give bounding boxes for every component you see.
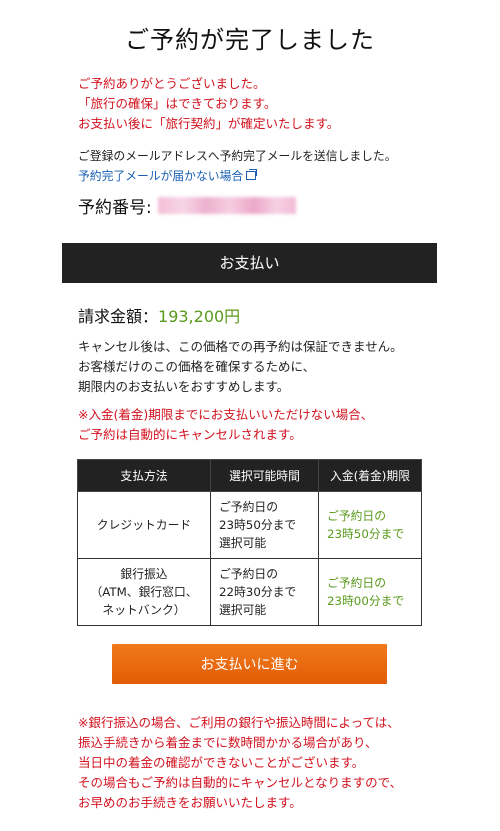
note-line: お早めのお手続きをお願いいたします。 xyxy=(78,795,302,810)
time-cell: ご予約日の 23時50分まで 選択可能 xyxy=(210,491,319,559)
method-cell: 銀行振込 （ATM、銀行窓口、 ネットバンク） xyxy=(77,558,211,626)
page-title: ご予約が完了しました xyxy=(125,26,375,54)
billing-amount-label: 請求金額： xyxy=(78,307,159,326)
column-header-selectable-time: 選択可能時間 xyxy=(210,459,319,492)
deadline-line: ご予約日の xyxy=(327,509,386,523)
deadline-line: 23時50分まで xyxy=(327,527,405,541)
method-line: クレジットカード xyxy=(96,518,192,532)
thanks-line: お支払い後に「旅行契約」が確定いたします。 xyxy=(78,116,340,131)
mail-not-received-label: 予約完了メールが届かない場合 xyxy=(78,169,244,183)
time-line: 22時30分まで xyxy=(219,585,297,599)
time-line: 選択可能 xyxy=(219,536,267,550)
time-line: ご予約日の xyxy=(219,567,278,581)
method-line: ネットバンク） xyxy=(102,603,186,617)
method-line: 銀行振込 xyxy=(120,567,168,581)
reservation-complete-page: ご予約が完了しました ご予約ありがとうございました。 「旅行の確保」はできており… xyxy=(0,0,500,831)
proceed-to-payment-button[interactable]: お支払いに進む xyxy=(112,644,387,684)
table-row: クレジットカード ご予約日の 23時50分まで 選択可能 ご予約日の 23時50… xyxy=(77,491,422,559)
deadline-cell: ご予約日の 23時50分まで xyxy=(318,491,422,559)
reservation-number-redacted xyxy=(157,197,296,214)
table-row: 銀行振込 （ATM、銀行窓口、 ネットバンク） ご予約日の 22時30分まで 選… xyxy=(77,558,422,626)
reservation-number: 予約番号: xyxy=(78,193,296,218)
mail-note: ご登録のメールアドレスへ予約完了メールを送信しました。 予約完了メールが届かない… xyxy=(78,146,397,186)
payment-methods-table: 支払方法 選択可能時間 入金(着金)期限 クレジットカード ご予約日の 23時5… xyxy=(77,459,422,626)
deadline-cell: ご予約日の 23時00分まで xyxy=(318,558,422,626)
deadline-line: 23時00分まで xyxy=(327,594,405,608)
reservation-number-label: 予約番号: xyxy=(78,198,152,218)
notice-line: お客様だけのこの価格を確保するために、 xyxy=(78,359,316,374)
time-line: 23時50分まで xyxy=(219,518,297,532)
mail-not-received-link[interactable]: 予約完了メールが届かない場合 xyxy=(78,166,258,186)
payment-section-header: お支払い xyxy=(62,243,437,283)
note-line: 振込手続きから着金までに数時間かかる場合があり、 xyxy=(78,735,378,750)
external-window-icon xyxy=(246,168,258,180)
deadline-line: ご予約日の xyxy=(327,576,386,590)
warning-line: ※入金(着金)期限までにお支払いいただけない場合、 xyxy=(78,407,374,422)
bank-transfer-note: ※銀行振込の場合、ご利用の銀行や振込時間によっては、 振込手続きから着金までに数… xyxy=(78,713,402,813)
column-header-method: 支払方法 xyxy=(77,459,211,492)
column-header-deadline: 入金(着金)期限 xyxy=(318,459,422,492)
method-line: （ATM、銀行窓口、 xyxy=(90,585,198,599)
thanks-message: ご予約ありがとうございました。 「旅行の確保」はできております。 お支払い後に「… xyxy=(78,74,339,134)
method-cell: クレジットカード xyxy=(77,491,211,559)
warning-line: ご予約は自動的にキャンセルされます。 xyxy=(78,427,302,442)
notice-line: 期限内のお支払いをおすすめします。 xyxy=(78,379,290,394)
price-notice: キャンセル後は、この価格での再予約は保証できません。 お客様だけのこの価格を確保… xyxy=(78,337,403,397)
mail-sent-text: ご登録のメールアドレスへ予約完了メールを送信しました。 xyxy=(78,149,397,163)
thanks-line: ご予約ありがとうございました。 xyxy=(78,76,266,91)
thanks-line: 「旅行の確保」はできております。 xyxy=(78,96,277,111)
note-line: 当日中の着金の確認ができないことがございます。 xyxy=(78,755,365,770)
note-line: ※銀行振込の場合、ご利用の銀行や振込時間によっては、 xyxy=(78,715,400,730)
time-cell: ご予約日の 22時30分まで 選択可能 xyxy=(210,558,319,626)
time-line: ご予約日の xyxy=(219,500,278,514)
billing-amount-value: 193,200円 xyxy=(158,307,241,326)
notice-line: キャンセル後は、この価格での再予約は保証できません。 xyxy=(78,339,403,354)
time-line: 選択可能 xyxy=(219,603,267,617)
payment-deadline-warning: ※入金(着金)期限までにお支払いいただけない場合、 ご予約は自動的にキャンセルさ… xyxy=(78,405,373,445)
note-line: その場合もご予約は自動的にキャンセルとなりますので、 xyxy=(78,775,403,790)
billing-amount: 請求金額：193,200円 xyxy=(78,303,240,327)
table-header-row: 支払方法 選択可能時間 入金(着金)期限 xyxy=(77,459,422,492)
